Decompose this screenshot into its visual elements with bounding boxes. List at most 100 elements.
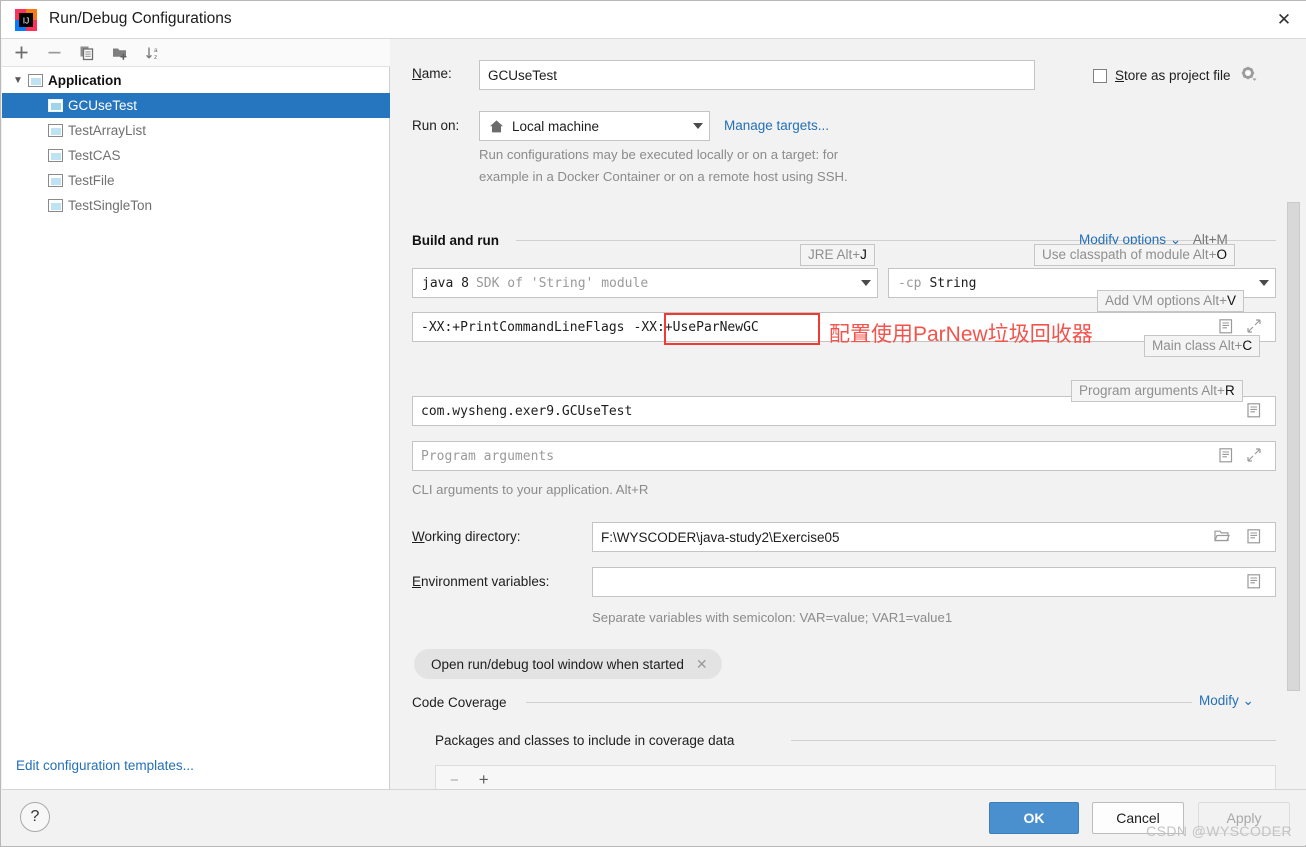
run-on-target-value: Local machine bbox=[512, 118, 600, 134]
gear-icon[interactable] bbox=[1241, 66, 1257, 85]
use-classpath-of-module-tooltip: Use classpath of module Alt+O bbox=[1034, 244, 1235, 266]
code-coverage-modify-label: Modify bbox=[1199, 693, 1239, 708]
chevron-down-icon[interactable]: ▼ bbox=[10, 75, 26, 86]
vm-options-expand-icon[interactable] bbox=[1247, 319, 1261, 336]
vertical-scrollbar[interactable] bbox=[1287, 202, 1300, 691]
remove-package-button[interactable]: − bbox=[450, 772, 459, 789]
classpath-prefix: -cp bbox=[898, 275, 922, 291]
annotation-text: 配置使用ParNew垃圾回收器 bbox=[829, 323, 1093, 346]
ok-button[interactable]: OK bbox=[989, 802, 1079, 834]
sidebar-item-gcusetest[interactable]: GCUseTest bbox=[2, 93, 390, 118]
close-icon[interactable]: ✕ bbox=[1261, 1, 1306, 38]
intellij-idea-icon: IJ bbox=[15, 9, 37, 31]
folder-browse-icon[interactable] bbox=[1214, 529, 1230, 546]
section-divider bbox=[526, 702, 1192, 703]
program-arguments-tooltip: Program arguments Alt+R bbox=[1071, 380, 1243, 402]
chip-label: Open run/debug tool window when started bbox=[431, 656, 684, 672]
svg-text:IJ: IJ bbox=[23, 16, 30, 26]
help-button[interactable]: ? bbox=[20, 802, 50, 832]
sidebar-item-testarraylist[interactable]: TestArrayList bbox=[2, 118, 390, 143]
sidebar-toolbar: a z bbox=[2, 39, 390, 67]
sidebar-item-label: GCUseTest bbox=[68, 98, 138, 113]
vm-options-value: -XX:+PrintCommandLineFlags bbox=[421, 319, 625, 335]
code-coverage-section-title: Code Coverage bbox=[412, 695, 507, 710]
sidebar-item-label: TestArrayList bbox=[68, 123, 147, 138]
tree-group-application[interactable]: ▼ Application bbox=[2, 68, 390, 93]
classpath-value: String bbox=[929, 275, 977, 291]
program-arguments-tooltip-label: Program arguments Alt+ bbox=[1079, 383, 1225, 398]
close-icon[interactable]: ✕ bbox=[696, 656, 708, 673]
coverage-packages-title: Packages and classes to include in cover… bbox=[435, 733, 735, 748]
add-vm-options-tooltip-key: V bbox=[1226, 293, 1236, 308]
program-arguments-placeholder: Program arguments bbox=[421, 448, 555, 464]
watermark: CSDN @WYSCODER bbox=[1146, 823, 1292, 839]
run-on-label: Run on: bbox=[412, 118, 460, 133]
svg-text:z: z bbox=[154, 54, 157, 61]
jre-value-bold: java 8 bbox=[422, 275, 469, 291]
run-on-target-combobox[interactable]: Local machine bbox=[479, 111, 710, 141]
copy-configuration-button[interactable] bbox=[76, 42, 98, 64]
sidebar-item-label: TestFile bbox=[68, 173, 115, 188]
chevron-down-icon[interactable] bbox=[1259, 280, 1269, 286]
manage-targets-link[interactable]: Manage targets... bbox=[724, 118, 829, 133]
chevron-down-icon[interactable] bbox=[861, 280, 871, 286]
section-divider bbox=[791, 740, 1276, 741]
program-arguments-input[interactable]: Program arguments bbox=[412, 441, 1276, 471]
sidebar-item-testcas[interactable]: TestCAS bbox=[2, 143, 390, 168]
jre-tooltip-key: J bbox=[860, 247, 867, 262]
tree-group-label: Application bbox=[48, 73, 122, 88]
sidebar-item-testfile[interactable]: TestFile bbox=[2, 168, 390, 193]
main-class-tooltip: Main class Alt+C bbox=[1144, 335, 1261, 357]
store-as-project-file-row[interactable]: Store as project file bbox=[1093, 66, 1257, 85]
sidebar-item-label: TestSingleTon bbox=[68, 198, 153, 213]
program-arguments-expand-icon[interactable] bbox=[1247, 448, 1261, 465]
add-vm-options-tooltip-label: Add VM options Alt+ bbox=[1105, 293, 1227, 308]
environment-variables-browse-icon[interactable] bbox=[1247, 574, 1261, 592]
code-coverage-modify-link[interactable]: Modify ⌄ bbox=[1199, 693, 1254, 709]
open-run-debug-tool-window-chip[interactable]: Open run/debug tool window when started … bbox=[414, 649, 722, 679]
use-classpath-tooltip-key: O bbox=[1216, 247, 1227, 262]
main-class-browse-icon[interactable] bbox=[1247, 403, 1261, 421]
home-icon bbox=[489, 119, 504, 134]
environment-variables-label: Environment variables: bbox=[412, 574, 550, 589]
dialog-title: Run/Debug Configurations bbox=[49, 10, 232, 27]
new-folder-button[interactable] bbox=[109, 42, 131, 64]
remove-configuration-button[interactable] bbox=[43, 42, 65, 64]
configuration-icon bbox=[48, 124, 63, 137]
configurations-sidebar: a z ▼ Application GCUseTest TestArrayLis… bbox=[2, 39, 390, 791]
jre-tooltip-label: JRE Alt+ bbox=[808, 247, 861, 262]
working-directory-label: Working directory: bbox=[412, 529, 521, 544]
configuration-icon bbox=[48, 149, 63, 162]
add-vm-options-tooltip: Add VM options Alt+V bbox=[1097, 290, 1244, 312]
dialog-footer: ? OK Cancel Apply CSDN @WYSCODER bbox=[2, 789, 1306, 845]
vm-options-highlighted-value: -XX:+UseParNewGC bbox=[633, 319, 759, 335]
working-directory-macro-icon[interactable] bbox=[1247, 529, 1261, 547]
store-as-project-file-checkbox[interactable] bbox=[1093, 68, 1107, 83]
sidebar-item-label: TestCAS bbox=[68, 148, 121, 163]
build-and-run-section-title: Build and run bbox=[412, 233, 499, 248]
environment-variables-input[interactable] bbox=[592, 567, 1276, 597]
main-class-value: com.wysheng.exer9.GCUseTest bbox=[421, 403, 633, 419]
run-on-description-line2: example in a Docker Container or on a re… bbox=[479, 169, 848, 184]
jre-value-rest: SDK of 'String' module bbox=[475, 275, 649, 291]
chevron-down-icon: ⌄ bbox=[1242, 693, 1254, 708]
working-directory-input[interactable]: F:\WYSCODER\java-study2\Exercise05 bbox=[592, 522, 1276, 552]
program-arguments-tooltip-key: R bbox=[1224, 383, 1235, 398]
program-arguments-macro-icon[interactable] bbox=[1219, 448, 1233, 466]
svg-text:a: a bbox=[154, 47, 158, 54]
add-package-button[interactable]: + bbox=[479, 770, 489, 790]
configurations-tree: ▼ Application GCUseTest TestArrayList Te… bbox=[2, 68, 390, 218]
sort-configurations-button[interactable]: a z bbox=[142, 42, 164, 64]
store-as-project-file-label: Store as project file bbox=[1115, 68, 1231, 83]
coverage-packages-toolbar: − + bbox=[435, 765, 1276, 791]
main-class-tooltip-key: C bbox=[1242, 338, 1253, 353]
chevron-down-icon[interactable] bbox=[693, 123, 703, 129]
environment-variables-hint: Separate variables with semicolon: VAR=v… bbox=[592, 610, 953, 625]
sidebar-item-testsingleton[interactable]: TestSingleTon bbox=[2, 193, 390, 218]
configuration-icon bbox=[48, 199, 63, 212]
cli-arguments-hint: CLI arguments to your application. Alt+R bbox=[412, 482, 649, 497]
edit-configuration-templates-link[interactable]: Edit configuration templates... bbox=[16, 758, 194, 773]
add-configuration-button[interactable] bbox=[10, 42, 32, 64]
jre-combobox[interactable]: java 8 SDK of 'String' module bbox=[412, 268, 878, 298]
name-input[interactable]: GCUseTest bbox=[479, 60, 1035, 90]
